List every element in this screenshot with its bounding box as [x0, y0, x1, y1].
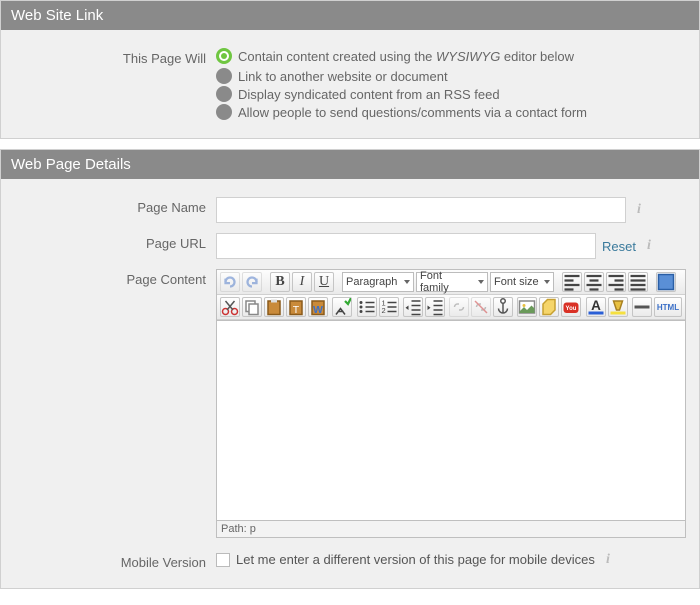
- svg-text:T: T: [293, 304, 300, 316]
- web-site-link-header: Web Site Link: [1, 1, 699, 30]
- editor-toolbar-row-1: B I U Paragraph Font family Font size: [217, 270, 685, 295]
- mobile-version-checkbox-label: Let me enter a different version of this…: [236, 552, 595, 567]
- align-justify-icon: [629, 273, 647, 291]
- web-site-link-panel: Web Site Link This Page Will Contain con…: [0, 0, 700, 139]
- highlight-icon: [609, 298, 627, 316]
- wysiwyg-editor: B I U Paragraph Font family Font size: [216, 269, 686, 538]
- editor-toolbar-row-2: T W 12: [217, 295, 685, 320]
- clipboard-word-icon: W: [309, 298, 327, 316]
- align-center-button[interactable]: [584, 272, 604, 292]
- radio-link-website[interactable]: [216, 68, 232, 84]
- format-select[interactable]: Paragraph: [342, 272, 414, 292]
- bullet-list-button[interactable]: [357, 297, 377, 317]
- page-content-label: Page Content: [11, 269, 216, 287]
- youtube-button[interactable]: You: [561, 297, 581, 317]
- hr-button[interactable]: [632, 297, 652, 317]
- bg-color-button[interactable]: [608, 297, 628, 317]
- italic-button[interactable]: I: [292, 272, 312, 292]
- fullscreen-icon: [657, 273, 675, 291]
- indent-icon: [426, 298, 444, 316]
- spellcheck-icon: [333, 298, 351, 316]
- mobile-version-checkbox[interactable]: [216, 553, 230, 567]
- file-button[interactable]: [539, 297, 559, 317]
- paste-word-button[interactable]: W: [308, 297, 328, 317]
- page-name-input[interactable]: [216, 197, 626, 223]
- info-icon[interactable]: i: [642, 239, 656, 253]
- scissors-icon: [221, 298, 239, 316]
- this-page-will-label: This Page Will: [11, 48, 216, 66]
- anchor-button[interactable]: [493, 297, 513, 317]
- numbered-list-button[interactable]: 12: [379, 297, 399, 317]
- text-color-icon: A: [587, 298, 605, 316]
- radio-wysiwyg-label: Contain content created using the WYSIWY…: [238, 49, 574, 64]
- page-url-label: Page URL: [11, 233, 216, 251]
- radio-contact-form[interactable]: [216, 104, 232, 120]
- text-color-button[interactable]: A: [586, 297, 606, 317]
- paste-text-button[interactable]: T: [286, 297, 306, 317]
- paste-button[interactable]: [264, 297, 284, 317]
- copy-button[interactable]: [242, 297, 262, 317]
- outdent-button[interactable]: [403, 297, 423, 317]
- radio-wysiwyg[interactable]: [216, 48, 232, 64]
- bold-button[interactable]: B: [270, 272, 290, 292]
- font-size-select[interactable]: Font size: [490, 272, 554, 292]
- svg-text:W: W: [313, 304, 323, 316]
- html-button[interactable]: HTML: [654, 297, 682, 317]
- anchor-icon: [494, 298, 512, 316]
- svg-text:2: 2: [381, 306, 385, 315]
- fullscreen-button[interactable]: [656, 272, 676, 292]
- align-right-button[interactable]: [606, 272, 626, 292]
- svg-text:You: You: [566, 306, 577, 312]
- mobile-version-label: Mobile Version: [11, 552, 216, 570]
- align-justify-button[interactable]: [628, 272, 648, 292]
- radio-rss[interactable]: [216, 86, 232, 102]
- undo-button[interactable]: [220, 272, 240, 292]
- bullet-list-icon: [358, 298, 376, 316]
- web-site-link-body: This Page Will Contain content created u…: [1, 30, 699, 138]
- info-icon[interactable]: i: [632, 203, 646, 217]
- undo-icon: [221, 273, 239, 291]
- editor-content-area[interactable]: [217, 320, 685, 520]
- radio-contact-form-label: Allow people to send questions/comments …: [238, 105, 587, 120]
- clipboard-icon: [265, 298, 283, 316]
- spellcheck-button[interactable]: [332, 297, 352, 317]
- unlink-button[interactable]: [471, 297, 491, 317]
- web-page-details-body: Page Name i Page URL Reset i Page Conten…: [1, 179, 699, 588]
- link-icon: [450, 298, 468, 316]
- align-right-icon: [607, 273, 625, 291]
- image-icon: [518, 298, 536, 316]
- unlink-icon: [472, 298, 490, 316]
- svg-text:A: A: [591, 298, 601, 313]
- radio-rss-label: Display syndicated content from an RSS f…: [238, 87, 500, 102]
- radio-link-website-label: Link to another website or document: [238, 69, 448, 84]
- web-page-details-header: Web Page Details: [1, 150, 699, 179]
- indent-button[interactable]: [425, 297, 445, 317]
- outdent-icon: [404, 298, 422, 316]
- font-family-select[interactable]: Font family: [416, 272, 488, 292]
- align-center-icon: [585, 273, 603, 291]
- link-button[interactable]: [449, 297, 469, 317]
- numbered-list-icon: 12: [380, 298, 398, 316]
- clipboard-text-icon: T: [287, 298, 305, 316]
- cut-button[interactable]: [220, 297, 240, 317]
- youtube-icon: You: [562, 298, 580, 316]
- hr-icon: [633, 298, 651, 316]
- file-icon: [540, 298, 558, 316]
- editor-status-bar: Path: p: [217, 520, 685, 537]
- copy-icon: [243, 298, 261, 316]
- reset-link[interactable]: Reset: [602, 239, 636, 254]
- align-left-button[interactable]: [562, 272, 582, 292]
- info-icon[interactable]: i: [601, 553, 615, 567]
- page-url-input[interactable]: [216, 233, 596, 259]
- web-page-details-panel: Web Page Details Page Name i Page URL Re…: [0, 149, 700, 589]
- page-name-label: Page Name: [11, 197, 216, 215]
- underline-button[interactable]: U: [314, 272, 334, 292]
- align-left-icon: [563, 273, 581, 291]
- redo-button[interactable]: [242, 272, 262, 292]
- redo-icon: [243, 273, 261, 291]
- image-button[interactable]: [517, 297, 537, 317]
